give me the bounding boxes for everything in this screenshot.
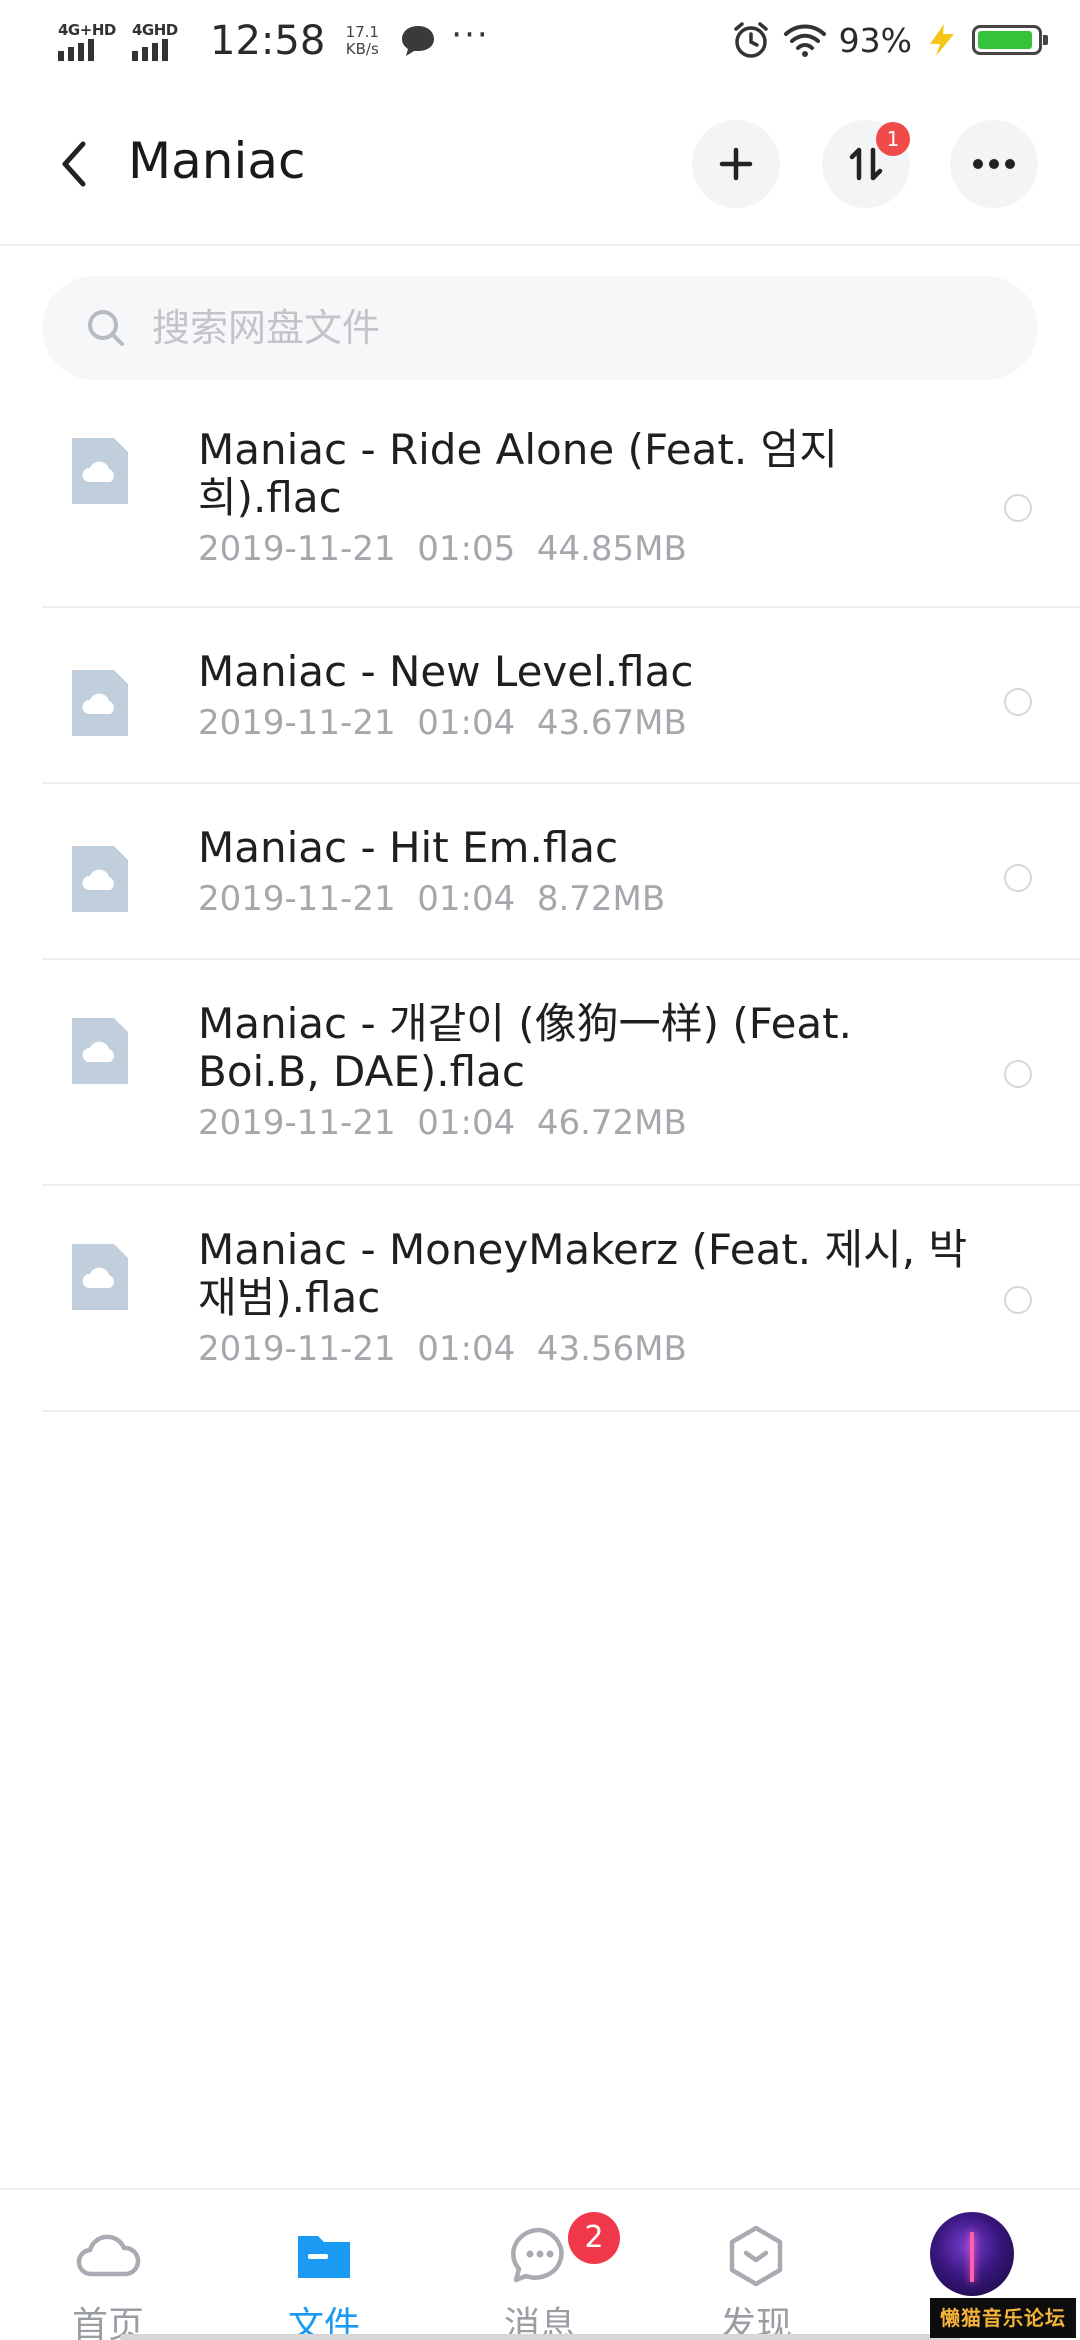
file-row[interactable]: Maniac - MoneyMakerz (Feat. 제시, 박재범).fla… bbox=[42, 1186, 1080, 1412]
file-text: Maniac - Ride Alone (Feat. 엄지희).flac 201… bbox=[198, 400, 968, 570]
cloud-file-icon bbox=[72, 670, 128, 736]
network-type-1: 4G+HD bbox=[58, 21, 116, 39]
file-row[interactable]: Maniac - Hit Em.flac 2019-11-21 01:04 8.… bbox=[42, 784, 1080, 960]
folder-icon bbox=[298, 2236, 350, 2278]
network-speed: 17.1 KB/s bbox=[339, 24, 385, 58]
nav-messages[interactable]: 2 消息 bbox=[432, 2190, 648, 2340]
network-speed-value: 17.1 bbox=[345, 23, 379, 41]
file-meta: 2019-11-21 01:05 44.85MB bbox=[198, 528, 968, 570]
search-bar[interactable] bbox=[42, 276, 1038, 380]
file-time: 01:04 bbox=[417, 879, 516, 919]
battery-percent: 93% bbox=[838, 20, 912, 60]
transfer-count-badge: 1 bbox=[876, 122, 910, 156]
network-type-2: 4GHD bbox=[132, 21, 178, 39]
file-name: Maniac - New Level.flac bbox=[198, 647, 694, 696]
file-text: Maniac - Hit Em.flac 2019-11-21 01:04 8.… bbox=[198, 784, 968, 920]
file-text: Maniac - MoneyMakerz (Feat. 제시, 박재범).fla… bbox=[198, 1186, 968, 1370]
status-right: 93% bbox=[731, 20, 1048, 60]
file-name: Maniac - Ride Alone (Feat. 엄지희).flac bbox=[198, 425, 838, 522]
file-size: 44.85MB bbox=[536, 529, 687, 569]
file-text: Maniac - New Level.flac 2019-11-21 01:04… bbox=[198, 608, 968, 744]
cloud-file-icon bbox=[72, 846, 128, 912]
page-title: Maniac bbox=[128, 132, 306, 190]
nav-discover[interactable]: 发现 bbox=[648, 2190, 864, 2340]
file-size: 8.72MB bbox=[536, 879, 666, 919]
battery-icon bbox=[972, 25, 1048, 55]
title-bar: Maniac 1 bbox=[0, 84, 1080, 246]
select-radio[interactable] bbox=[1004, 1060, 1032, 1088]
file-row[interactable]: Maniac - 개같이 (像狗一样) (Feat. Boi.B, DAE).f… bbox=[42, 960, 1080, 1186]
file-size: 43.67MB bbox=[536, 703, 687, 743]
cloud-icon bbox=[76, 2234, 141, 2277]
file-meta: 2019-11-21 01:04 43.56MB bbox=[198, 1328, 968, 1370]
status-time: 12:58 bbox=[210, 18, 326, 64]
file-time: 01:05 bbox=[417, 529, 516, 569]
file-meta: 2019-11-21 01:04 8.72MB bbox=[198, 878, 968, 920]
file-date: 2019-11-21 bbox=[198, 879, 396, 919]
select-radio[interactable] bbox=[1004, 494, 1032, 522]
file-meta: 2019-11-21 01:04 43.67MB bbox=[198, 702, 968, 744]
transfer-button[interactable]: 1 bbox=[822, 120, 910, 208]
file-size: 46.72MB bbox=[536, 1103, 687, 1143]
select-radio[interactable] bbox=[1004, 864, 1032, 892]
file-meta: 2019-11-21 01:04 46.72MB bbox=[198, 1102, 968, 1144]
file-name: Maniac - MoneyMakerz (Feat. 제시, 박재범).fla… bbox=[198, 1225, 968, 1322]
chevron-left-icon bbox=[62, 141, 86, 187]
cloud-file-icon bbox=[72, 438, 128, 504]
file-date: 2019-11-21 bbox=[198, 1103, 396, 1143]
more-button[interactable] bbox=[950, 120, 1038, 208]
user-avatar[interactable] bbox=[930, 2212, 1014, 2296]
screen: 4G+HD 4GHD 12:58 17.1 KB/s ··· 93% Mania… bbox=[0, 0, 1080, 2340]
status-left: 4G+HD 4GHD 12:58 17.1 KB/s ··· bbox=[58, 15, 490, 64]
message-notification-icon bbox=[402, 26, 435, 56]
file-row[interactable]: Maniac - Ride Alone (Feat. 엄지희).flac 201… bbox=[42, 400, 1080, 608]
signal-2-icon: 4GHD bbox=[132, 21, 192, 61]
file-list: Maniac - Ride Alone (Feat. 엄지희).flac 201… bbox=[0, 400, 1080, 1412]
more-horizontal-icon bbox=[973, 159, 1015, 169]
charging-icon bbox=[930, 24, 954, 56]
file-date: 2019-11-21 bbox=[198, 703, 396, 743]
add-button[interactable] bbox=[692, 120, 780, 208]
network-speed-unit: KB/s bbox=[345, 40, 379, 58]
cloud-file-icon bbox=[72, 1244, 128, 1310]
discover-hexagon-icon bbox=[729, 2225, 783, 2287]
file-size: 43.56MB bbox=[536, 1329, 687, 1369]
signal-1-icon: 4G+HD bbox=[58, 21, 118, 61]
file-date: 2019-11-21 bbox=[198, 529, 396, 569]
back-button[interactable] bbox=[46, 134, 102, 194]
wifi-icon bbox=[783, 24, 826, 57]
gesture-bar bbox=[120, 2334, 960, 2340]
file-name: Maniac - 개같이 (像狗一样) (Feat. Boi.B, DAE).f… bbox=[198, 999, 852, 1096]
file-row[interactable]: Maniac - New Level.flac 2019-11-21 01:04… bbox=[42, 608, 1080, 784]
search-input[interactable] bbox=[152, 306, 972, 350]
search-icon bbox=[88, 310, 124, 346]
status-bar: 4G+HD 4GHD 12:58 17.1 KB/s ··· 93% bbox=[0, 0, 1080, 84]
plus-icon bbox=[719, 147, 753, 181]
file-text: Maniac - 개같이 (像狗一样) (Feat. Boi.B, DAE).f… bbox=[198, 960, 968, 1144]
bottom-nav: 首页 文件 2 消息 发现 懒猫音乐论坛 bbox=[0, 2188, 1080, 2340]
select-radio[interactable] bbox=[1004, 688, 1032, 716]
nav-home[interactable]: 首页 bbox=[0, 2190, 216, 2340]
file-time: 01:04 bbox=[417, 703, 516, 743]
nav-files[interactable]: 文件 bbox=[216, 2190, 432, 2340]
cloud-file-icon bbox=[72, 1018, 128, 1084]
file-time: 01:04 bbox=[417, 1329, 516, 1369]
watermark: 懒猫音乐论坛 bbox=[930, 2298, 1076, 2338]
file-date: 2019-11-21 bbox=[198, 1329, 396, 1369]
alarm-icon bbox=[733, 22, 768, 58]
messages-badge: 2 bbox=[568, 2212, 620, 2264]
select-radio[interactable] bbox=[1004, 1286, 1032, 1314]
chat-bubble-icon bbox=[511, 2227, 564, 2283]
file-name: Maniac - Hit Em.flac bbox=[198, 823, 619, 872]
file-time: 01:04 bbox=[417, 1103, 516, 1143]
status-more-icon: ··· bbox=[451, 15, 490, 55]
